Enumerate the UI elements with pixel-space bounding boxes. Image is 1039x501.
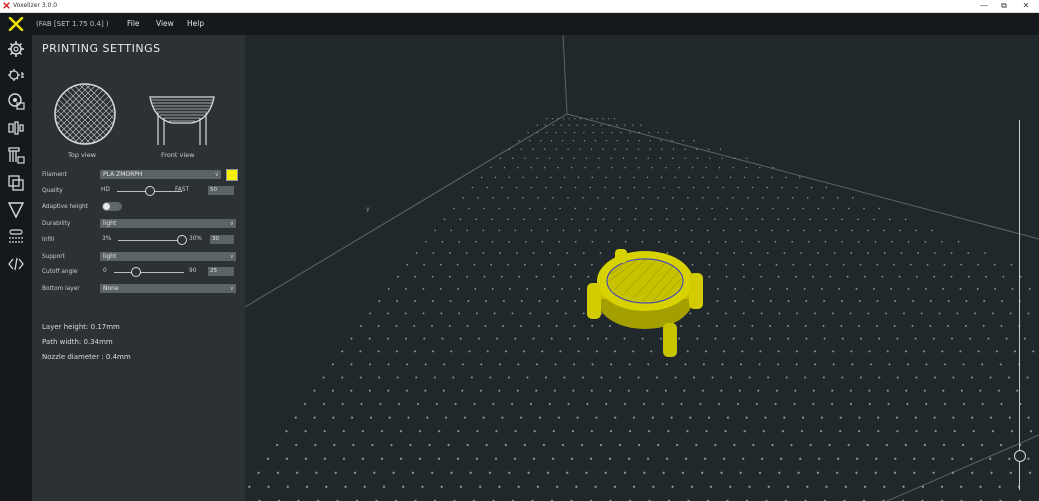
durability-label: Durability	[42, 221, 71, 227]
chevron-down-icon: ∨	[214, 171, 219, 178]
quality-slider-knob[interactable]	[145, 186, 155, 196]
printed-model	[587, 249, 703, 357]
filament-label: Filament	[42, 172, 67, 178]
adaptive-height-toggle[interactable]	[102, 202, 122, 211]
infill-slider-track[interactable]	[118, 240, 185, 241]
maximize-button[interactable]: ⧉	[994, 0, 1014, 12]
gcode-icon[interactable]	[7, 255, 25, 273]
printer-preset[interactable]: (FAB [SET 1.75 0.4] )	[36, 20, 109, 28]
panel-title: PRINTING SETTINGS	[42, 42, 161, 55]
menubar: (FAB [SET 1.75 0.4] ) File View Help	[0, 13, 1039, 35]
durability-value: light	[103, 220, 117, 227]
support-label: Support	[42, 254, 65, 260]
bottom-layer-select[interactable]: None ∨	[100, 284, 236, 293]
build-volume: Y	[245, 35, 1039, 501]
3d-viewport[interactable]: Y	[245, 35, 1039, 501]
model-icon[interactable]	[7, 119, 25, 137]
layer-height-info: Layer height: 0.17mm	[42, 323, 120, 331]
menu-file[interactable]: File	[127, 19, 140, 28]
chevron-down-icon: ∨	[229, 253, 234, 260]
front-view-label: Front view	[161, 151, 195, 159]
chevron-down-icon: ∨	[229, 285, 234, 292]
infill-label: Infill	[42, 237, 55, 243]
cutoff-value: 25	[210, 268, 217, 274]
quality-max-label: FAST	[175, 187, 189, 193]
path-width-info: Path width: 0.34mm	[42, 338, 113, 346]
window-title: VoxelIzer 3.0.0	[13, 2, 58, 9]
adaptive-height-label: Adaptive height	[42, 204, 88, 210]
left-toolbar	[0, 35, 32, 501]
top-view-icon	[54, 83, 116, 145]
window-titlebar: VoxelIzer 3.0.0 — ⧉ ✕	[0, 0, 1039, 13]
close-button[interactable]: ✕	[1016, 0, 1036, 12]
cutoff-max-label: 90	[189, 268, 197, 274]
filament-color-swatch[interactable]	[226, 169, 238, 181]
filament-value: PLA ZMORPH	[103, 171, 143, 178]
filament-select[interactable]: PLA ZMORPH ∨	[100, 170, 221, 179]
printer-settings-icon[interactable]	[7, 40, 25, 58]
voxelizer-logo-icon	[8, 17, 24, 31]
layers-icon[interactable]	[7, 228, 25, 246]
menu-help[interactable]: Help	[187, 19, 204, 28]
support-icon[interactable]	[7, 146, 25, 164]
front-view-icon	[149, 96, 215, 145]
advanced-settings-icon[interactable]	[7, 66, 25, 84]
support-value: light	[103, 253, 117, 260]
cutoff-min-label: 0	[103, 268, 107, 274]
layer-slider-track[interactable]	[1019, 120, 1020, 490]
cutoff-angle-label: Cutoff angle	[42, 269, 78, 275]
support-select[interactable]: light ∨	[100, 252, 236, 261]
infill-min-label: 3%	[102, 236, 112, 242]
nozzle-diameter-info: Nozzle diameter : 0.4mm	[42, 353, 131, 361]
axis-label: Y	[365, 207, 370, 214]
minimize-button[interactable]: —	[974, 0, 994, 12]
material-icon[interactable]	[7, 92, 25, 110]
quality-label: Quality	[42, 188, 63, 194]
layer-slider-knob[interactable]	[1014, 450, 1026, 462]
copies-icon[interactable]	[7, 174, 25, 192]
cutoff-slider-knob[interactable]	[131, 267, 141, 277]
infill-value: 30	[212, 236, 219, 242]
cutoff-value-box[interactable]: 25	[208, 267, 234, 276]
app-logo-icon	[3, 2, 10, 9]
printing-settings-panel: PRINTING SETTINGS Top view Front view Fi…	[32, 35, 245, 501]
cutoff-slider-track[interactable]	[114, 272, 184, 273]
infill-max-label: 30%	[189, 236, 202, 242]
bottom-layer-label: Bottom layer	[42, 286, 80, 292]
infill-slider-knob[interactable]	[177, 235, 187, 245]
bottom-layer-value: None	[103, 285, 119, 292]
quality-min-label: HD	[101, 187, 110, 193]
top-view-label: Top view	[68, 151, 97, 159]
infill-value-box[interactable]: 30	[210, 235, 234, 244]
quality-value: 50	[210, 187, 217, 193]
durability-select[interactable]: light ∨	[100, 219, 236, 228]
chevron-down-icon: ∨	[229, 220, 234, 227]
menu-view[interactable]: View	[156, 19, 174, 28]
filter-icon[interactable]	[7, 201, 25, 219]
quality-value-box[interactable]: 50	[208, 186, 234, 195]
